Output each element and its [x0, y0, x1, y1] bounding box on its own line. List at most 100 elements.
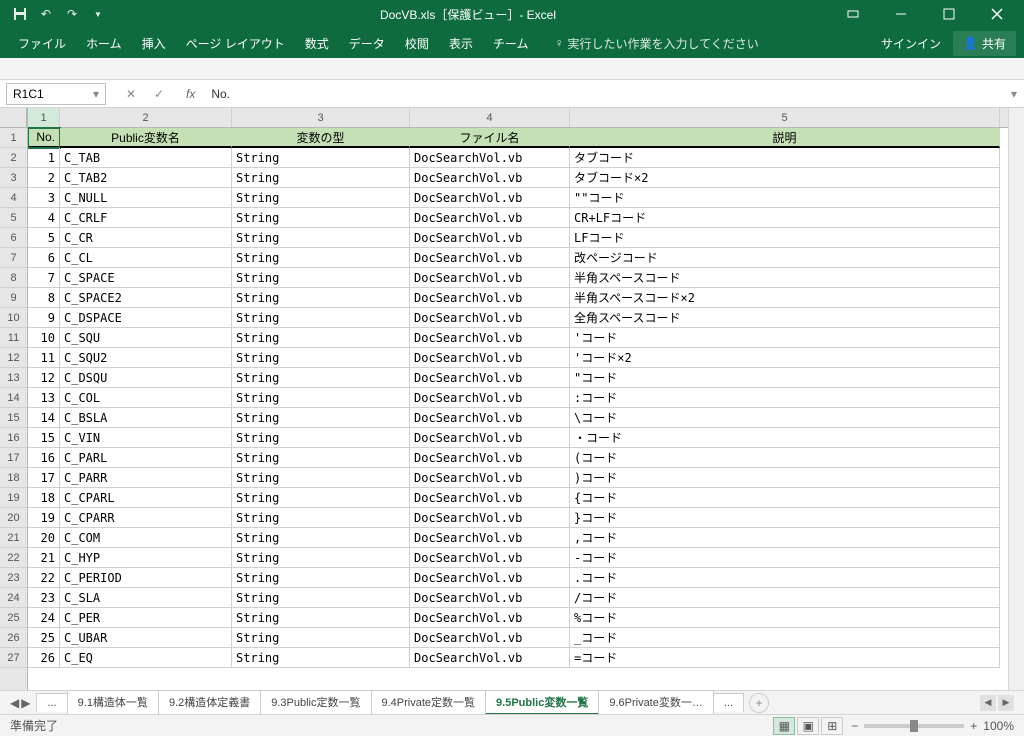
cell[interactable]: 25 — [28, 628, 60, 648]
cell[interactable]: String — [232, 308, 410, 328]
name-box-dropdown-icon[interactable]: ▾ — [93, 87, 99, 101]
cell[interactable]: )コード — [570, 468, 1000, 488]
page-layout-view-icon[interactable]: ▣ — [797, 717, 819, 735]
cell[interactable]: 半角スペースコード — [570, 268, 1000, 288]
cell[interactable]: }コード — [570, 508, 1000, 528]
cell[interactable]: 22 — [28, 568, 60, 588]
cell[interactable]: C_VIN — [60, 428, 232, 448]
page-break-view-icon[interactable]: ⊞ — [821, 717, 843, 735]
sheet-tab[interactable]: 9.5Public変数一覧 — [485, 690, 599, 715]
col-header[interactable]: 1 — [28, 108, 60, 127]
cell[interactable]: 説明 — [570, 128, 1000, 148]
cell[interactable]: C_UBAR — [60, 628, 232, 648]
cell[interactable]: 20 — [28, 528, 60, 548]
qat-dropdown-icon[interactable]: ▼ — [90, 6, 106, 22]
cell[interactable]: DocSearchVol.vb — [410, 348, 570, 368]
cell[interactable]: DocSearchVol.vb — [410, 608, 570, 628]
cell[interactable]: =コード — [570, 648, 1000, 668]
cell[interactable]: String — [232, 268, 410, 288]
cell[interactable]: DocSearchVol.vb — [410, 368, 570, 388]
zoom-out-icon[interactable]: − — [851, 719, 858, 733]
cell[interactable]: String — [232, 328, 410, 348]
cell[interactable]: 'コード — [570, 328, 1000, 348]
cell[interactable]: DocSearchVol.vb — [410, 208, 570, 228]
row-header[interactable]: 26 — [0, 628, 27, 648]
cell[interactable]: 8 — [28, 288, 60, 308]
cell[interactable]: DocSearchVol.vb — [410, 448, 570, 468]
add-sheet-button[interactable]: + — [749, 693, 769, 713]
cell[interactable]: C_CPARR — [60, 508, 232, 528]
cell[interactable]: DocSearchVol.vb — [410, 548, 570, 568]
row-header[interactable]: 11 — [0, 328, 27, 348]
row-header[interactable]: 2 — [0, 148, 27, 168]
row-header[interactable]: 9 — [0, 288, 27, 308]
cell[interactable]: ""コード — [570, 188, 1000, 208]
cell[interactable]: 改ページコード — [570, 248, 1000, 268]
cell[interactable]: String — [232, 548, 410, 568]
vertical-scrollbar[interactable] — [1008, 108, 1024, 690]
cell[interactable]: String — [232, 408, 410, 428]
cell[interactable]: DocSearchVol.vb — [410, 648, 570, 668]
row-header[interactable]: 27 — [0, 648, 27, 668]
row-header[interactable]: 7 — [0, 248, 27, 268]
ribbon-tab[interactable]: チーム — [483, 29, 539, 58]
row-header[interactable]: 22 — [0, 548, 27, 568]
cell[interactable]: \コード — [570, 408, 1000, 428]
cell[interactable]: 13 — [28, 388, 60, 408]
cell[interactable]: 4 — [28, 208, 60, 228]
cell[interactable]: String — [232, 228, 410, 248]
cell[interactable]: DocSearchVol.vb — [410, 488, 570, 508]
ribbon-tab[interactable]: 数式 — [295, 29, 339, 58]
row-header[interactable]: 8 — [0, 268, 27, 288]
sheet-nav-next-icon[interactable]: ▶ — [21, 696, 30, 710]
cell[interactable]: C_SPACE2 — [60, 288, 232, 308]
ribbon-tab[interactable]: データ — [339, 29, 395, 58]
maximize-icon[interactable] — [926, 0, 972, 28]
cell[interactable]: C_EQ — [60, 648, 232, 668]
cell[interactable]: 18 — [28, 488, 60, 508]
cell[interactable]: String — [232, 348, 410, 368]
zoom-value[interactable]: 100% — [983, 719, 1014, 733]
cell[interactable]: DocSearchVol.vb — [410, 428, 570, 448]
cell[interactable]: 23 — [28, 588, 60, 608]
cell[interactable]: 16 — [28, 448, 60, 468]
cell[interactable]: C_TAB — [60, 148, 232, 168]
cell[interactable]: String — [232, 148, 410, 168]
row-header[interactable]: 3 — [0, 168, 27, 188]
tell-me-box[interactable]: ♀ 実行したい作業を入力してください — [554, 35, 758, 52]
cell[interactable]: String — [232, 508, 410, 528]
col-header[interactable]: 5 — [570, 108, 1000, 127]
sheet-tab-ellipsis[interactable]: ... — [36, 693, 67, 712]
cell[interactable]: DocSearchVol.vb — [410, 148, 570, 168]
cell[interactable]: String — [232, 168, 410, 188]
share-button[interactable]: 👤 共有 — [953, 31, 1016, 56]
cell[interactable]: C_CRLF — [60, 208, 232, 228]
cell[interactable]: DocSearchVol.vb — [410, 568, 570, 588]
cell[interactable]: String — [232, 388, 410, 408]
row-header[interactable]: 1 — [0, 128, 27, 148]
row-header[interactable]: 23 — [0, 568, 27, 588]
row-header[interactable]: 14 — [0, 388, 27, 408]
cell[interactable]: DocSearchVol.vb — [410, 268, 570, 288]
cell[interactable]: 'コード×2 — [570, 348, 1000, 368]
cell[interactable]: C_PERIOD — [60, 568, 232, 588]
cell[interactable]: 15 — [28, 428, 60, 448]
cell[interactable]: String — [232, 628, 410, 648]
row-header[interactable]: 25 — [0, 608, 27, 628]
cell[interactable]: LFコード — [570, 228, 1000, 248]
formula-input[interactable]: No. — [203, 85, 1004, 103]
zoom-slider[interactable] — [864, 724, 964, 728]
cell[interactable]: C_SPACE — [60, 268, 232, 288]
ribbon-tab[interactable]: 挿入 — [132, 29, 176, 58]
cell[interactable]: ・コード — [570, 428, 1000, 448]
row-header[interactable]: 17 — [0, 448, 27, 468]
horizontal-scrollbar[interactable]: ◀ ▶ — [974, 695, 1020, 711]
row-header[interactable]: 13 — [0, 368, 27, 388]
cell[interactable]: 全角スペースコード — [570, 308, 1000, 328]
cell[interactable]: %コード — [570, 608, 1000, 628]
cell[interactable]: DocSearchVol.vb — [410, 388, 570, 408]
minimize-icon[interactable] — [878, 0, 924, 28]
cell[interactable]: 9 — [28, 308, 60, 328]
cell[interactable]: DocSearchVol.vb — [410, 408, 570, 428]
cell[interactable]: String — [232, 208, 410, 228]
